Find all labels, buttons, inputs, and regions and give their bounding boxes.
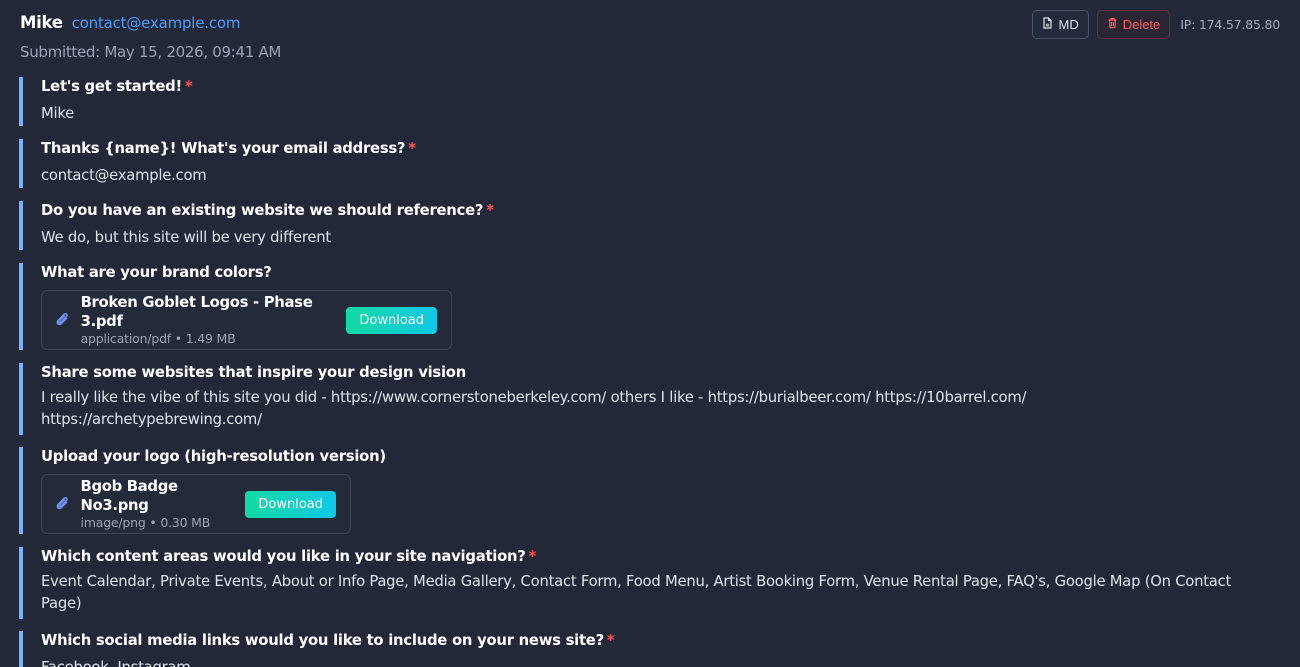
answer-text: Event Calendar, Private Events, About or… (41, 573, 1232, 612)
question-text: Which content areas would you like in yo… (41, 548, 526, 565)
trash-icon (1107, 17, 1118, 32)
delete-button[interactable]: Delete (1096, 10, 1171, 39)
answer-text: contact@example.com (41, 167, 207, 184)
question-label: Thanks {name}! What's your email address… (41, 139, 1280, 159)
question-text: Do you have an existing website we shoul… (41, 202, 484, 219)
answer-text: Mike (41, 105, 75, 122)
question-label: Which social media links would you like … (41, 631, 1280, 651)
delete-label: Delete (1122, 17, 1161, 32)
submitter-name: Mike (20, 13, 63, 32)
question-label: Share some websites that inspire your de… (41, 363, 1280, 383)
file-info: Broken Goblet Logos - Phase 3.pdf applic… (81, 293, 338, 347)
response-entry: Do you have an existing website we shoul… (19, 201, 1280, 250)
required-mark: * (606, 632, 615, 649)
question-label: Do you have an existing website we shoul… (41, 201, 1280, 221)
file-meta: image/png • 0.30 MB (80, 515, 211, 530)
paperclip-icon (55, 495, 71, 513)
response-entry: Which content areas would you like in yo… (19, 547, 1280, 619)
export-md-label: MD (1058, 17, 1079, 32)
submission-header: Mike contact@example.com (20, 13, 241, 32)
question-text: What are your brand colors? (41, 264, 272, 281)
response-entry: Thanks {name}! What's your email address… (19, 139, 1280, 188)
header-actions: MD Delete IP: 174.57.85.80 (1032, 10, 1280, 39)
question-text: Upload your logo (high-resolution versio… (41, 448, 386, 465)
question-label: Upload your logo (high-resolution versio… (41, 447, 1280, 467)
response-entry: Share some websites that inspire your de… (19, 363, 1280, 435)
required-mark: * (528, 548, 537, 565)
file-attachment: Bgob Badge No3.png image/png • 0.30 MB D… (41, 474, 351, 534)
response-entry: Let's get started! * Mike (19, 77, 1280, 126)
response-entry: Which social media links would you like … (19, 631, 1280, 667)
submitter-email-link[interactable]: contact@example.com (72, 14, 241, 32)
required-mark: * (486, 202, 494, 219)
document-icon (1042, 17, 1053, 32)
submitted-timestamp: Submitted: May 15, 2026, 09:41 AM (20, 43, 282, 61)
file-name: Broken Goblet Logos - Phase 3.pdf (80, 294, 313, 330)
ip-address: IP: 174.57.85.80 (1180, 17, 1280, 32)
answer-text: We do, but this site will be very differ… (41, 229, 331, 246)
required-mark: * (185, 78, 193, 95)
response-entry: Upload your logo (high-resolution versio… (19, 447, 1280, 534)
submission-page: Mike contact@example.com Submitted: May … (0, 0, 1300, 667)
question-text: Which social media links would you like … (41, 632, 604, 649)
file-attachment: Broken Goblet Logos - Phase 3.pdf applic… (41, 290, 452, 350)
question-text: Thanks {name}! What's your email address… (41, 140, 406, 157)
answer-text: Facebook, Instagram (41, 657, 1280, 667)
file-info: Bgob Badge No3.png image/png • 0.30 MB (80, 477, 236, 531)
response-entry: What are your brand colors? Broken Goble… (19, 263, 1280, 350)
question-label: Let's get started! * (41, 77, 1280, 97)
file-name: Bgob Badge No3.png (80, 478, 178, 514)
answer-text: I really like the vibe of this site you … (41, 389, 1027, 428)
question-text: Share some websites that inspire your de… (41, 364, 466, 381)
download-button[interactable]: Download (346, 306, 437, 334)
question-text: Let's get started! (41, 78, 182, 95)
download-button[interactable]: Download (245, 490, 336, 518)
file-meta: application/pdf • 1.49 MB (80, 331, 236, 346)
question-label: Which content areas would you like in yo… (41, 547, 1280, 567)
export-md-button[interactable]: MD (1032, 10, 1089, 39)
question-label: What are your brand colors? (41, 263, 1280, 283)
required-mark: * (408, 140, 416, 157)
paperclip-icon (55, 311, 72, 329)
